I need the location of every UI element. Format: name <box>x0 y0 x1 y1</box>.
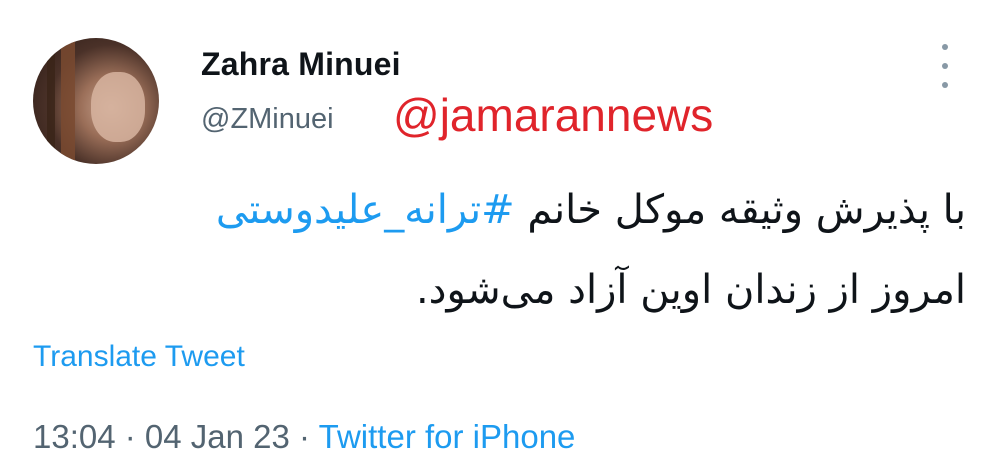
avatar-detail <box>61 38 75 164</box>
tweet-text-part: با پذیرش وثیقه موکل خانم <box>514 187 966 233</box>
meta-separator: · <box>289 418 319 455</box>
tweet-text: با پذیرش وثیقه موکل خانم #ترانه_علیدوستی… <box>26 170 966 330</box>
more-dot <box>942 44 948 50</box>
tweet-date[interactable]: 04 Jan 23 <box>145 418 290 455</box>
tweet-source-link[interactable]: Twitter for iPhone <box>319 418 576 455</box>
more-dot <box>942 82 948 88</box>
translate-tweet-link[interactable]: Translate Tweet <box>33 340 245 374</box>
tweet-time[interactable]: 13:04 <box>33 418 116 455</box>
avatar[interactable] <box>33 38 159 164</box>
tweet-metadata: 13:04 · 04 Jan 23 · Twitter for iPhone <box>33 418 575 456</box>
avatar-detail <box>47 38 55 164</box>
more-vertical-icon[interactable] <box>935 44 955 88</box>
meta-separator: · <box>115 418 145 455</box>
author-handle[interactable]: @ZMinuei <box>201 103 334 136</box>
hashtag-link[interactable]: #ترانه_علیدوستی <box>216 187 515 233</box>
tweet-text-part: امروز از زندان اوین آزاد می‌شود. <box>415 267 966 313</box>
author-name[interactable]: Zahra Minuei <box>201 46 401 83</box>
avatar-detail <box>91 72 145 142</box>
watermark-text: @jamarannews <box>393 89 714 141</box>
more-dot <box>942 63 948 69</box>
